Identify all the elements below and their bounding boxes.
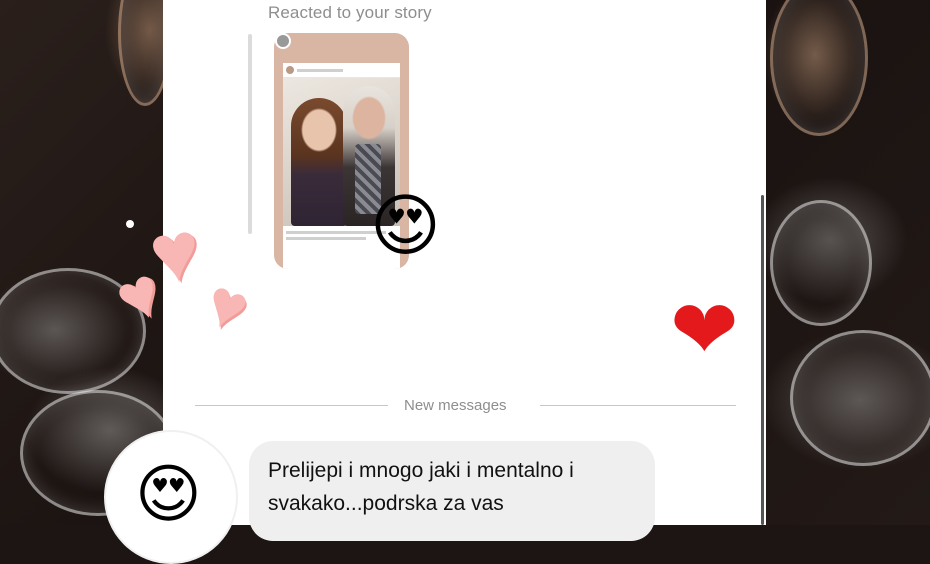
chat-scrollbar[interactable] xyxy=(761,195,764,525)
photo-person-woman xyxy=(291,98,347,226)
red-heart-icon: ❤ xyxy=(670,285,739,376)
reacted-to-story-label: Reacted to your story xyxy=(268,3,432,22)
sparkle xyxy=(126,220,134,228)
story-post-username-placeholder xyxy=(297,69,343,72)
story-post-avatar xyxy=(286,66,294,74)
new-messages-divider-right xyxy=(540,405,736,406)
glass-decoration xyxy=(770,200,872,326)
story-caption-line xyxy=(286,237,366,240)
reply-indicator-bar xyxy=(248,34,252,234)
message-text: Prelijepi i mnogo jaki i mentalno i svak… xyxy=(268,459,574,515)
new-messages-divider-left xyxy=(195,405,388,406)
story-post-header xyxy=(283,63,400,78)
heart-eyes-avatar-icon: 😍 xyxy=(135,458,202,530)
new-messages-label: New messages xyxy=(404,397,507,414)
glass-decoration xyxy=(790,330,930,466)
story-select-indicator xyxy=(275,33,291,49)
heart-eyes-reaction-icon: 😍 xyxy=(370,188,441,264)
